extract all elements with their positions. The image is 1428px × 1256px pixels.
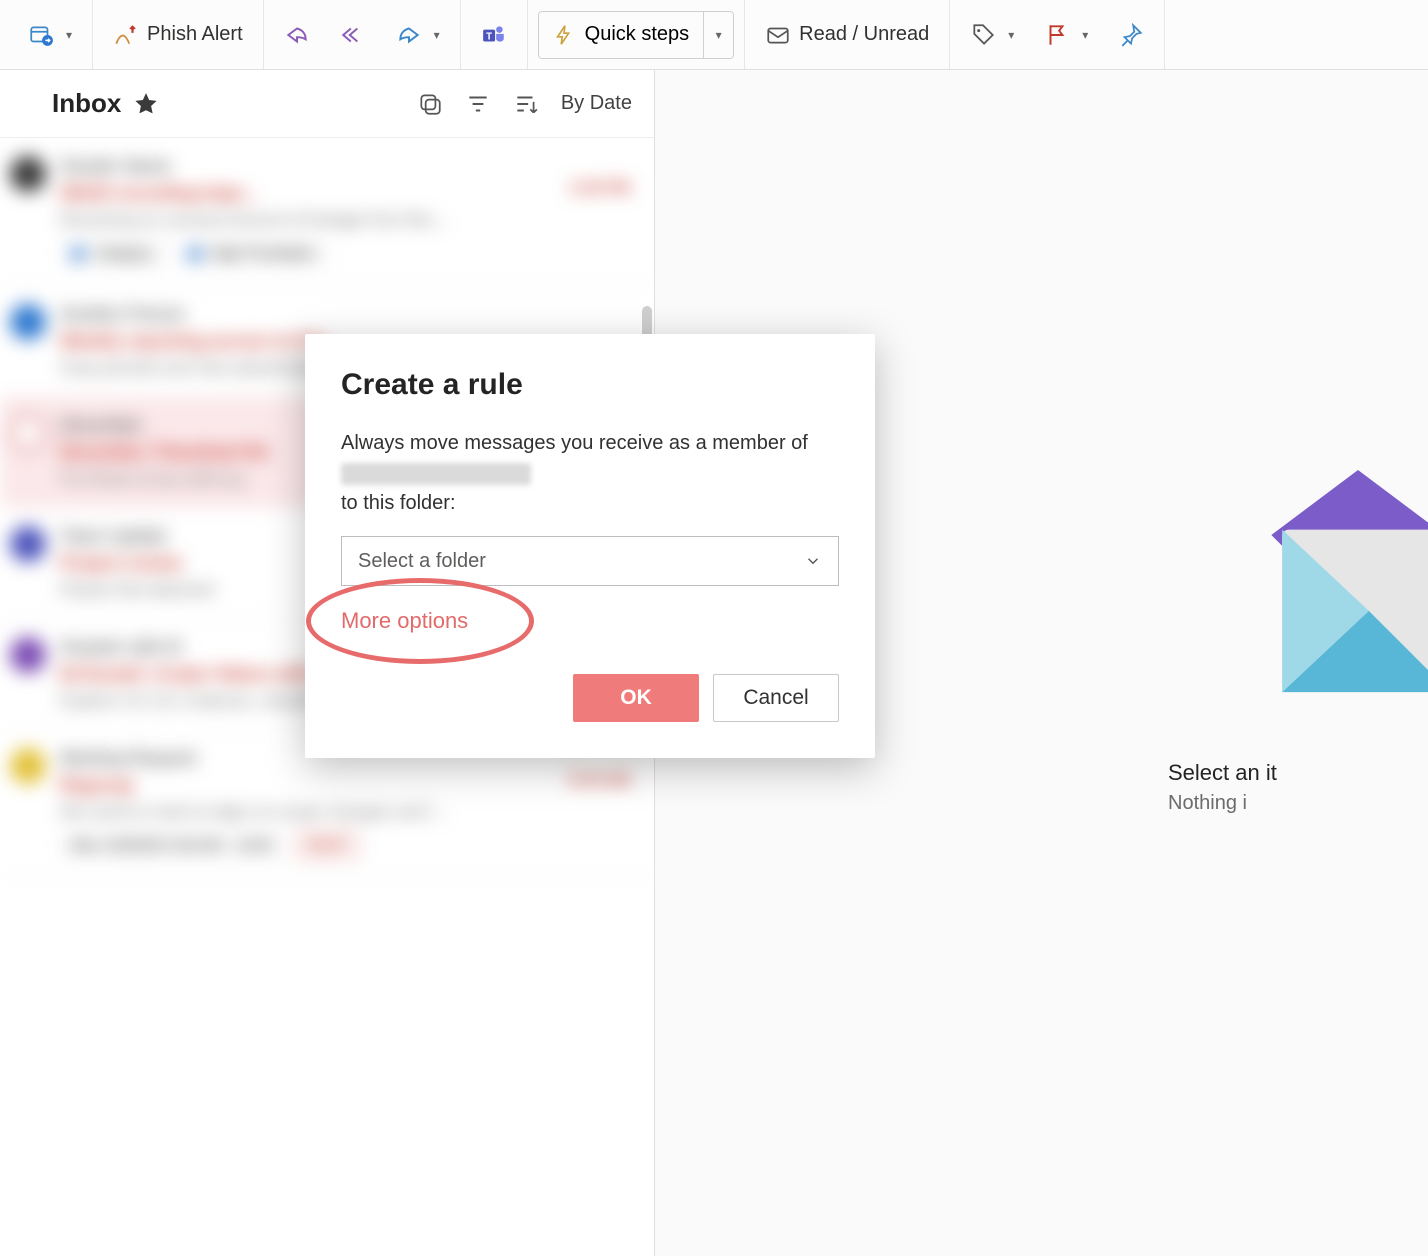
- toolbar-group-respond: ▾: [264, 0, 461, 69]
- flag-button[interactable]: ▾: [1034, 16, 1098, 54]
- folder-title: Inbox: [52, 88, 121, 119]
- sort-icon[interactable]: [513, 91, 539, 117]
- categorize-button[interactable]: ▾: [960, 16, 1024, 54]
- toolbar-group-archive: ▾: [8, 0, 93, 69]
- phish-alert-button[interactable]: Phish Alert: [103, 16, 253, 54]
- chevron-down-icon: ▾: [434, 28, 440, 42]
- tag-icon: [970, 22, 996, 48]
- more-options-link[interactable]: More options: [341, 608, 468, 634]
- envelope-icon: [765, 22, 791, 48]
- message-item[interactable]: Sender Name HEAD recording Impr... 2:29 …: [0, 138, 654, 286]
- flag-icon: [1044, 22, 1070, 48]
- dialog-masked-group-name: [341, 463, 531, 485]
- ribbon-toolbar: ▾ Phish Alert ▾: [0, 0, 1428, 70]
- phish-alert-label: Phish Alert: [147, 23, 243, 46]
- toolbar-group-read: Read / Unread: [745, 0, 950, 69]
- toolbar-group-tag: ▾ ▾: [950, 0, 1165, 69]
- read-unread-label: Read / Unread: [799, 23, 929, 46]
- dialog-actions: OK Cancel: [341, 674, 839, 722]
- reply-icon: [284, 22, 310, 48]
- share-to-teams-button[interactable]: T: [471, 16, 517, 54]
- filter-icon[interactable]: [465, 91, 491, 117]
- dialog-description: Always move messages you receive as a me…: [341, 428, 839, 518]
- folder-select[interactable]: Select a folder: [341, 536, 839, 586]
- toolbar-group-teams: T: [461, 0, 528, 69]
- quick-steps-dropdown[interactable]: ▾: [703, 12, 733, 58]
- phish-alert-icon: [113, 22, 139, 48]
- dialog-title: Create a rule: [341, 368, 839, 402]
- toolbar-group-quicksteps: Quick steps ▾: [528, 0, 745, 69]
- pin-button[interactable]: [1108, 16, 1154, 54]
- toolbar-group-phish: Phish Alert: [93, 0, 264, 69]
- read-unread-button[interactable]: Read / Unread: [755, 16, 939, 54]
- ok-button[interactable]: OK: [573, 674, 699, 722]
- chevron-down-icon: [804, 552, 822, 570]
- chevron-down-icon: ▾: [66, 28, 72, 42]
- folder-select-placeholder: Select a folder: [358, 550, 486, 573]
- reply-all-icon: [340, 22, 366, 48]
- forward-icon: [396, 22, 422, 48]
- reply-all-button[interactable]: [330, 16, 376, 54]
- quick-steps-label: Quick steps: [585, 23, 689, 46]
- star-icon[interactable]: [133, 91, 159, 117]
- folder-move-icon: [28, 22, 54, 48]
- reading-pane-primary-text: Select an it: [1168, 760, 1428, 786]
- move-to-button[interactable]: ▾: [18, 16, 82, 54]
- pin-icon: [1118, 22, 1144, 48]
- message-list-header: Inbox By Date: [0, 70, 654, 138]
- sort-label[interactable]: By Date: [561, 92, 632, 115]
- cancel-button[interactable]: Cancel: [713, 674, 839, 722]
- empty-envelope-illustration: [1248, 470, 1428, 730]
- reading-pane-secondary-text: Nothing i: [1168, 792, 1428, 815]
- lightning-icon: [553, 24, 575, 46]
- dialog-line1: Always move messages you receive as a me…: [341, 432, 808, 454]
- svg-text:T: T: [486, 31, 492, 42]
- teams-icon: T: [481, 22, 507, 48]
- dialog-line2: to this folder:: [341, 492, 456, 514]
- create-rule-dialog: Create a rule Always move messages you r…: [305, 334, 875, 758]
- forward-button[interactable]: ▾: [386, 16, 450, 54]
- chevron-down-icon: ▾: [1082, 28, 1088, 42]
- chevron-down-icon: ▾: [1008, 28, 1014, 42]
- reply-button[interactable]: [274, 16, 320, 54]
- select-mode-icon[interactable]: [417, 91, 443, 117]
- quick-steps-button[interactable]: Quick steps ▾: [538, 11, 734, 59]
